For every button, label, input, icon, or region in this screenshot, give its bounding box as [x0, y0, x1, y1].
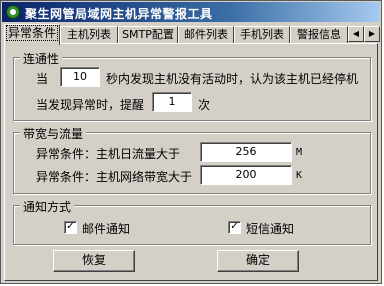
inactive-seconds-input[interactable]: 10 — [60, 67, 100, 87]
tab-alert-info[interactable]: 警报信息 — [290, 26, 348, 44]
connectivity-suffix-label: 秒内发现主机没有活动时，认为该主机已经停机 — [106, 72, 359, 86]
network-bandwidth-label: 异常条件：主机网络带宽大于 — [36, 170, 193, 184]
tab-panel: 连通性 当 10 秒内发现主机没有活动时，认为该主机已经停机 当发现异常时，提醒… — [4, 43, 378, 281]
tab-phone-list[interactable]: 手机列表 — [234, 26, 290, 44]
remind-suffix-label: 次 — [198, 98, 211, 112]
email-notify-checkbox[interactable]: ✓ — [64, 221, 77, 234]
tab-email-list[interactable]: 邮件列表 — [178, 26, 234, 44]
check-mark-icon: ✓ — [66, 221, 75, 232]
daily-traffic-unit: M — [296, 147, 303, 158]
tab-scroll-right-button[interactable]: ▶ — [364, 26, 380, 42]
tab-host-list[interactable]: 主机列表 — [60, 26, 118, 44]
sms-notify-label: 短信通知 — [246, 222, 295, 236]
sms-notify-checkbox[interactable]: ✓ — [228, 221, 241, 234]
connectivity-prefix-label: 当 — [36, 72, 49, 86]
daily-traffic-label: 异常条件：主机日流量大于 — [36, 147, 181, 161]
tab-strip: 异常条件 主机列表 SMTP配置 邮件列表 手机列表 警报信息 ◀ ▶ — [4, 24, 380, 45]
main-window: 聚生网管局域网主机异常警报工具 异常条件 主机列表 SMTP配置 邮件列表 手机… — [0, 0, 382, 284]
connectivity-legend: 连通性 — [20, 50, 63, 67]
network-bandwidth-unit: K — [296, 170, 303, 181]
notify-legend: 通知方式 — [20, 198, 75, 215]
window-title: 聚生网管局域网主机异常警报工具 — [25, 7, 213, 21]
remind-count-input[interactable]: 1 — [152, 92, 192, 112]
connectivity-group: 连通性 当 10 秒内发现主机没有活动时，认为该主机已经停机 当发现异常时，提醒… — [13, 50, 371, 121]
ok-button[interactable]: 确定 — [217, 250, 299, 272]
title-bar[interactable]: 聚生网管局域网主机异常警报工具 — [2, 2, 380, 22]
email-notify-label: 邮件通知 — [82, 222, 131, 236]
arrow-right-icon: ▶ — [368, 29, 376, 38]
bandwidth-group: 带宽与流量 异常条件：主机日流量大于 256 M 异常条件：主机网络带宽大于 2… — [13, 125, 371, 194]
tab-smtp-config[interactable]: SMTP配置 — [118, 26, 178, 44]
arrow-left-icon: ◀ — [352, 29, 360, 38]
check-mark-icon: ✓ — [230, 221, 239, 232]
tab-exception-conditions[interactable]: 异常条件 — [4, 24, 60, 45]
restore-button[interactable]: 恢复 — [53, 250, 135, 272]
bandwidth-legend: 带宽与流量 — [20, 125, 87, 142]
tab-scroll-left-button[interactable]: ◀ — [348, 26, 364, 42]
notify-group: 通知方式 ✓ 邮件通知 ✓ 短信通知 — [13, 198, 371, 245]
remind-prefix-label: 当发现异常时，提醒 — [36, 98, 145, 112]
network-bandwidth-input[interactable]: 200 — [200, 165, 292, 185]
daily-traffic-input[interactable]: 256 — [200, 142, 292, 162]
app-icon — [6, 5, 20, 19]
